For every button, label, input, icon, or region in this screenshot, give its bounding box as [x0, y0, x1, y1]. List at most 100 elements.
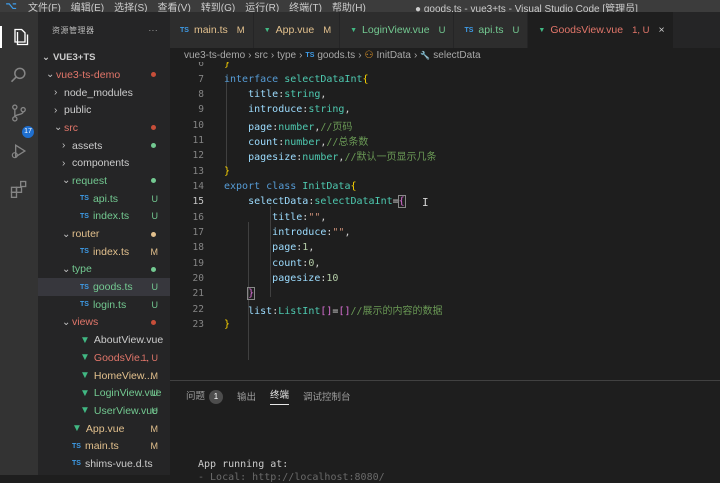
tree-item-label: GoodsVie...	[93, 351, 149, 364]
code-text: title:string,	[248, 88, 327, 100]
tree-file[interactable]: ▼ HomeView.... M	[38, 367, 170, 385]
extensions-icon[interactable]	[8, 178, 30, 200]
tree-file[interactable]: TS goods.ts U	[38, 278, 170, 296]
chevron-right-icon: ›	[62, 140, 66, 152]
code-line: 17 introduce:"",	[170, 225, 720, 240]
tree-item-label: api.ts	[92, 192, 119, 205]
tree-file[interactable]: TS login.ts U	[38, 296, 170, 314]
tree-file[interactable]: TS index.ts M	[38, 243, 170, 261]
more-actions-icon[interactable]: ···	[149, 26, 159, 35]
editor-tab[interactable]: ▼ GoodsView.vue 1, U ×	[528, 12, 674, 48]
git-status-badge: M	[150, 246, 159, 257]
tree-file[interactable]: TS index.ts U	[38, 208, 170, 226]
tree-folder[interactable]: ⌄ vue3-ts-demo	[38, 66, 170, 84]
source-control-icon[interactable]	[8, 102, 30, 124]
tree-item-label: AboutView.vue	[93, 334, 164, 347]
chevron-right-icon: ›	[54, 87, 58, 99]
tab-label: LoginView.vue	[362, 24, 430, 36]
breadcrumb-item[interactable]: src	[254, 50, 267, 61]
breadcrumb-item[interactable]: type	[277, 50, 296, 61]
explorer-icon[interactable]	[0, 26, 38, 48]
code-text: count:number,//总条数	[248, 136, 369, 148]
tree-folder[interactable]: › node_modules	[38, 84, 170, 102]
line-number: 22	[192, 303, 204, 315]
git-status-badge: U	[151, 405, 159, 416]
tree-file[interactable]: ▼ GoodsVie... 1, U	[38, 349, 170, 367]
source-control-badge: 17	[22, 126, 34, 138]
typescript-file-icon: TS	[72, 460, 81, 468]
tree-item-label: src	[64, 121, 78, 134]
git-status-dot	[151, 231, 156, 237]
tree-file[interactable]: ▼ UserView.vue U	[38, 402, 170, 420]
code-editor[interactable]: 6} 7 interface selectDataInt{8 title:strin…	[170, 62, 720, 380]
git-status-badge: U	[151, 299, 159, 310]
vue-file-icon: ▼	[80, 387, 90, 399]
code-text: }	[224, 165, 231, 177]
chevron-down-icon: ⌄	[42, 51, 50, 63]
search-icon[interactable]	[8, 64, 30, 86]
panel-tab[interactable]: 终端	[270, 387, 290, 405]
editor-tab[interactable]: TS api.ts U	[454, 12, 529, 48]
editor-tab[interactable]: TS main.ts M	[170, 12, 254, 48]
run-debug-icon[interactable]	[8, 140, 30, 162]
tree-folder[interactable]: ⌄ type	[38, 261, 170, 279]
tree-item-label: views	[72, 316, 99, 329]
tree-file[interactable]: ▼ App.vue M	[38, 420, 170, 438]
line-number: 13	[192, 165, 204, 177]
editor-tab[interactable]: ▼ LoginView.vue U	[340, 12, 455, 48]
workspace-root-label: VUE3+TS	[52, 51, 96, 63]
code-line: 10 page:number,//页码	[170, 117, 720, 133]
tree-file[interactable]: ▼ AboutView.vue	[38, 331, 170, 349]
code-line: 9 introduce:string,	[170, 102, 720, 117]
chevron-right-icon: ›	[270, 49, 275, 61]
git-status-dot	[151, 178, 156, 184]
tree-folder[interactable]: › public	[38, 101, 170, 119]
panel-tab[interactable]: 调试控制台	[303, 389, 351, 403]
editor-tab[interactable]: ▼ App.vue M	[253, 12, 341, 48]
git-status-dot	[151, 72, 156, 78]
tree-folder[interactable]: ⌄ src	[38, 119, 170, 137]
tree-folder[interactable]: ⌄ request	[38, 172, 170, 190]
tree-file[interactable]: TS main.ts M	[38, 437, 170, 455]
tree-folder[interactable]: ⌄ views	[38, 314, 170, 332]
typescript-file-icon: TS	[80, 283, 89, 291]
tree-folder[interactable]: › components	[38, 154, 170, 172]
breadcrumb-item[interactable]: selectData	[433, 50, 480, 61]
breadcrumb-item[interactable]: vue3-ts-demo	[184, 50, 245, 61]
code-line: 6}	[170, 62, 720, 71]
close-icon[interactable]: ×	[659, 24, 665, 36]
tree-folder[interactable]: › assets	[38, 137, 170, 155]
tree-file[interactable]: ▼ LoginView.vue U	[38, 384, 170, 402]
panel-tab-label: 输出	[237, 392, 257, 403]
activity-bar: 17	[0, 12, 38, 475]
line-number: 23	[192, 319, 204, 331]
code-line: 15 selectData:selectDataInt={	[170, 194, 720, 209]
line-number: 16	[192, 211, 204, 223]
breadcrumb-item[interactable]: goods.ts	[317, 50, 355, 61]
tree-folder[interactable]: ⌄ router	[38, 225, 170, 243]
code-line: 22 list:ListInt[]=[]//展示的内容的数据	[170, 302, 720, 317]
code-text: pagesize:number,//默认一页显示几条	[248, 152, 437, 164]
tree-item-label: assets	[72, 139, 103, 152]
git-status-badge: M	[150, 441, 159, 452]
panel-tab[interactable]: 输出	[237, 389, 256, 403]
code-line: 12 pagesize:number,//默认一页显示几条	[170, 148, 720, 163]
line-number: 11	[192, 134, 204, 146]
panel-tab-label: 终端	[270, 390, 290, 401]
vue-file-icon: ▼	[263, 26, 271, 34]
chevron-right-icon: ›	[299, 49, 303, 61]
problems-count-badge: 1	[209, 390, 224, 404]
workspace-root[interactable]: ⌄ VUE3+TS	[38, 48, 170, 66]
panel-tab[interactable]: 问题 1	[186, 388, 224, 404]
explorer-title: 资源管理器	[52, 25, 95, 35]
tree-file[interactable]: TS api.ts U	[38, 190, 170, 208]
text-cursor-icon: I	[422, 196, 429, 209]
vue-file-icon: ▼	[80, 370, 90, 382]
tree-file[interactable]: TS shims-vue.d.ts	[38, 455, 170, 473]
line-number: 12	[192, 150, 204, 162]
breadcrumb-item[interactable]: InitData	[377, 50, 411, 61]
line-number: 10	[192, 119, 204, 131]
vscode-logo-icon: ⌥	[5, 0, 17, 12]
git-status-dot	[151, 143, 156, 149]
git-status-badge: M	[150, 370, 159, 381]
